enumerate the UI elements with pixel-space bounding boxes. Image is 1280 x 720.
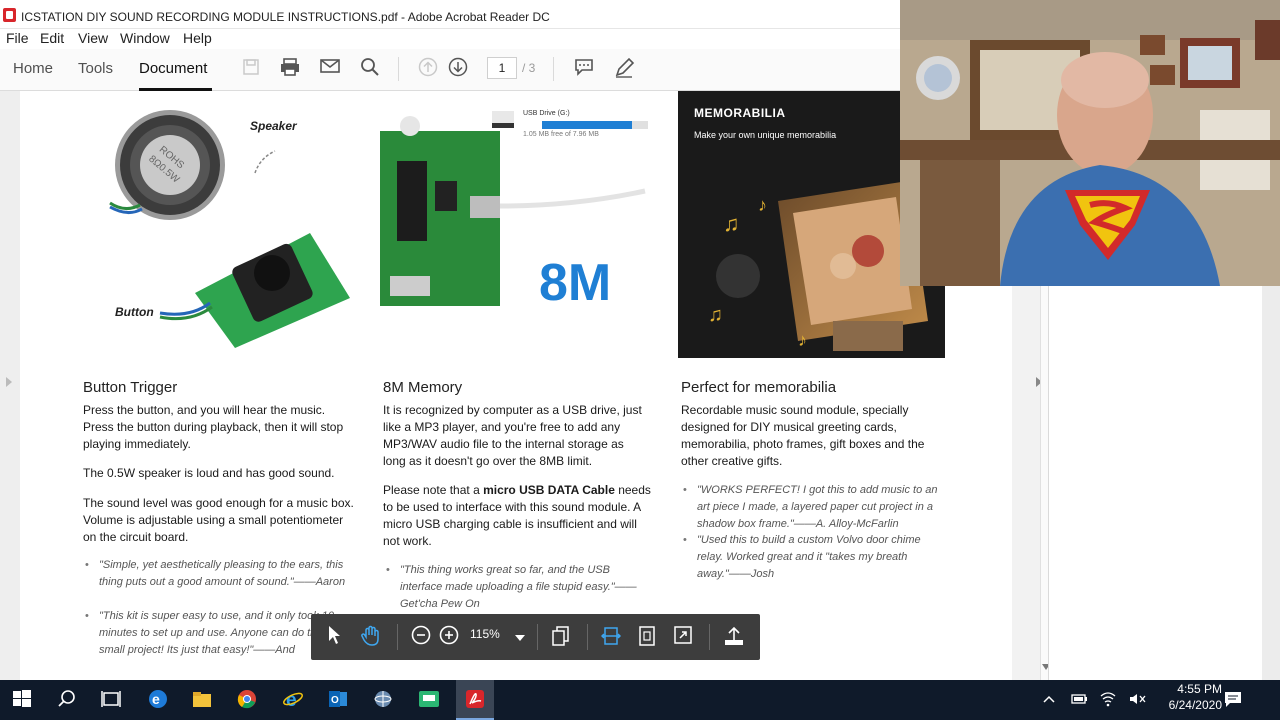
usb-module-image	[375, 106, 655, 346]
chrome-icon[interactable]	[236, 688, 260, 712]
edge-browser-icon[interactable]: e	[147, 688, 171, 712]
zoom-dropdown-chevron-icon[interactable]	[513, 625, 527, 649]
select-cursor-icon[interactable]	[323, 625, 347, 649]
memorabilia-title: MEMORABILIA	[694, 106, 786, 120]
search-icon[interactable]	[56, 688, 80, 712]
pdf-page: ROHS 8Ω0.5W Speaker Button USB Drive (G:…	[20, 91, 1012, 680]
network-globe-icon[interactable]	[372, 688, 396, 712]
next-page-icon[interactable]	[446, 57, 470, 81]
col3-quote-2: "Used this to build a custom Volvo door …	[683, 532, 937, 583]
system-clock[interactable]: 4:55 PM 6/24/2020	[1152, 681, 1222, 713]
svg-text:e: e	[286, 690, 297, 710]
memory-size-label: 8M	[539, 254, 612, 312]
col2-title: 8M Memory	[383, 379, 463, 396]
full-screen-icon[interactable]	[671, 625, 695, 649]
fit-width-icon[interactable]	[599, 625, 623, 649]
internet-explorer-icon[interactable]: e	[282, 688, 306, 712]
usb-drive-label: USB Drive (G:)	[523, 110, 570, 117]
col3-quote-1: "WORKS PERFECT! I got this to add music …	[683, 482, 947, 533]
title-bar: ICSTATION DIY SOUND RECORDING MODULE INS…	[0, 0, 900, 29]
webcam-overlay	[900, 0, 1280, 286]
menu-view[interactable]: View	[78, 30, 108, 46]
col1-paragraph-3: The sound level was good enough for a mu…	[83, 496, 354, 544]
task-view-icon[interactable]	[100, 688, 124, 712]
col2-paragraph-2: Please note that a micro USB DATA Cable …	[383, 483, 651, 548]
menu-window[interactable]: Window	[120, 30, 170, 46]
usb-free-space: 1.05 MB free of 7.96 MB	[523, 131, 599, 138]
col3-paragraph-1: Recordable music sound module, specially…	[681, 403, 925, 468]
email-icon[interactable]	[318, 57, 342, 81]
tab-home[interactable]: Home	[13, 60, 53, 77]
tab-document[interactable]: Document	[139, 60, 207, 77]
menu-bar: File Edit View Window Help	[0, 29, 900, 49]
previous-page-icon[interactable]	[416, 57, 440, 81]
col1-paragraph-1: Press the button, and you will hear the …	[83, 403, 344, 451]
left-panel-strip[interactable]	[0, 91, 20, 680]
tray-chevron-up-icon[interactable]	[1041, 688, 1065, 712]
sign-pen-icon[interactable]	[612, 57, 636, 81]
col1-quote-1: "Simple, yet aesthetically pleasing to t…	[85, 557, 349, 591]
windows-taskbar: e e O	[0, 680, 1280, 720]
app-icon[interactable]	[417, 688, 441, 712]
file-explorer-icon[interactable]	[191, 688, 215, 712]
battery-icon[interactable]	[1069, 688, 1093, 712]
toolbar-divider	[398, 57, 399, 81]
col1-paragraph-2: The 0.5W speaker is loud and has good so…	[83, 466, 335, 480]
notification-icon[interactable]	[1222, 688, 1246, 712]
speaker-label: Speaker	[250, 119, 297, 133]
svg-text:♪: ♪	[758, 195, 767, 215]
acrobat-pdf-icon	[3, 8, 16, 22]
toolbar-divider	[397, 624, 398, 650]
page-view-icon[interactable]	[549, 625, 573, 649]
zoom-in-icon[interactable]	[437, 625, 461, 649]
button-label: Button	[115, 305, 154, 319]
menu-edit[interactable]: Edit	[40, 30, 64, 46]
memorabilia-subtitle: Make your own unique memorabilia	[694, 130, 837, 140]
col2-quote-1: "This thing works great so far, and the …	[386, 562, 640, 613]
svg-text:e: e	[152, 691, 160, 707]
page-total: / 3	[522, 61, 536, 75]
svg-text:♫: ♫	[723, 211, 740, 236]
windows-start-icon[interactable]	[11, 688, 35, 712]
toolbar-divider	[587, 624, 588, 650]
save-icon[interactable]	[239, 57, 263, 81]
clock-time: 4:55 PM	[1177, 682, 1222, 696]
tab-tools[interactable]: Tools	[78, 60, 113, 77]
wifi-icon[interactable]	[1098, 688, 1122, 712]
outlook-icon[interactable]: O	[327, 688, 351, 712]
toolbar-divider	[709, 624, 710, 650]
svg-text:O: O	[331, 695, 339, 706]
clock-date: 6/24/2020	[1168, 698, 1222, 712]
toolbar-divider	[537, 624, 538, 650]
print-icon[interactable]	[278, 57, 302, 81]
page-number-input[interactable]: 1	[487, 57, 517, 79]
acrobat-taskbar-button[interactable]	[456, 680, 494, 720]
zoom-level[interactable]: 115%	[470, 627, 500, 641]
toolbar-divider	[553, 57, 554, 81]
col3-title: Perfect for memorabilia	[681, 379, 837, 396]
floating-page-toolbar	[311, 614, 760, 660]
window-title: ICSTATION DIY SOUND RECORDING MODULE INS…	[21, 10, 550, 24]
volume-muted-icon[interactable]	[1127, 688, 1151, 712]
hand-tool-icon[interactable]	[359, 625, 383, 649]
menu-file[interactable]: File	[6, 30, 29, 46]
comment-icon[interactable]	[572, 57, 596, 81]
right-pane	[1048, 286, 1262, 680]
svg-text:♫: ♫	[708, 304, 723, 326]
svg-text:♪: ♪	[798, 330, 807, 350]
col2-paragraph-1: It is recognized by computer as a USB dr…	[383, 403, 642, 468]
search-icon[interactable]	[358, 57, 382, 81]
share-upload-icon[interactable]	[722, 625, 746, 649]
fit-page-icon[interactable]	[635, 625, 659, 649]
zoom-out-icon[interactable]	[409, 625, 433, 649]
menu-help[interactable]: Help	[183, 30, 212, 46]
main-toolbar: Home Tools Document 1 / 3	[0, 49, 900, 91]
col1-title: Button Trigger	[83, 379, 178, 396]
